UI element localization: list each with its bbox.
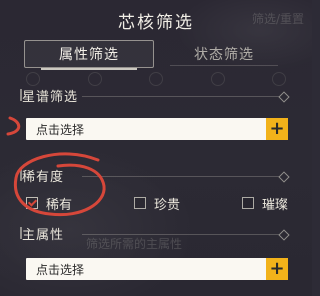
rarity-option-label: 珍贵 [153,197,180,213]
main-attribute-select[interactable]: 点击选择 + [26,258,288,280]
rarity-option-brilliant[interactable]: 璀璨 [241,194,288,213]
tab-attribute-filter-label: 属性筛选 [59,47,119,63]
background-ghost-text: 筛选/重置 [251,12,304,26]
background-ghost-hint: 筛选所需的主属性 [86,237,183,251]
faded-icon [210,72,225,86]
background-faded-icons [26,72,286,86]
faded-icon [272,72,286,86]
faded-icon [87,72,102,86]
rarity-option-label: 璀璨 [261,197,288,213]
main-attribute-add-button[interactable]: + [266,258,288,280]
rarity-options: 稀有 珍贵 璀璨 [26,194,288,213]
rarity-option-label: 稀有 [46,197,73,213]
faded-icon [149,72,163,86]
faded-icon [26,72,40,86]
main-attribute-select-text: 点击选择 [36,262,85,277]
plus-icon: + [269,118,285,139]
rarity-option-precious[interactable]: 珍贵 [133,194,180,213]
filter-tabs: 属性筛选 状态筛选 [24,40,288,70]
section-divider [82,91,290,103]
star-filter-select[interactable]: 点击选择 + [26,118,288,140]
checkbox-icon[interactable] [241,197,254,209]
star-filter-add-button[interactable]: + [266,118,288,140]
checkbox-checked-icon[interactable] [26,197,38,209]
section-star-filter: 星谱筛选 [20,86,290,105]
section-marker [20,89,22,101]
tab-status-filter-label: 状态筛选 [194,47,254,63]
section-marker [20,169,22,181]
star-filter-select-text: 点击选择 [36,122,85,137]
plus-icon: + [269,258,285,279]
tab-status-filter[interactable]: 状态筛选 [160,40,288,68]
checkbox-icon[interactable] [133,197,146,209]
section-divider [82,171,290,183]
section-marker [20,227,22,239]
section-rarity: 稀有度 [20,166,290,185]
tab-attribute-filter[interactable]: 属性筛选 [24,40,154,70]
rarity-option-rare[interactable]: 稀有 [26,194,72,213]
